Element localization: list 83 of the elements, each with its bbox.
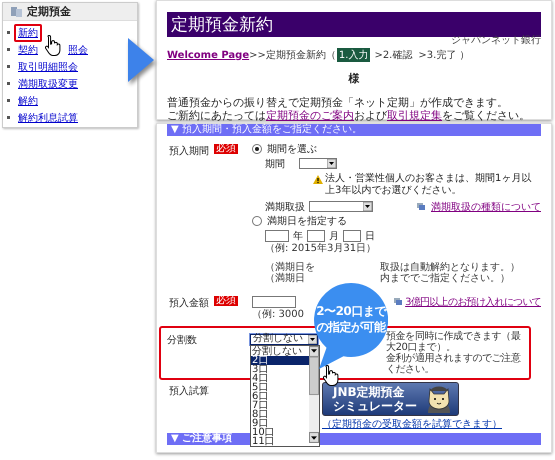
- year-field[interactable]: [265, 230, 289, 242]
- window-icon: [394, 298, 402, 305]
- note-text: 取扱は自動解約となります。）: [380, 262, 521, 273]
- note-text: 内まででご指定ください。）: [380, 273, 511, 284]
- bullet-icon: [7, 48, 10, 51]
- sidebar-link[interactable]: 取引明細照会: [14, 58, 82, 76]
- field-label: 期間: [265, 158, 286, 170]
- breadcrumb-text: ）: [459, 49, 470, 62]
- dropdown-option[interactable]: 8口: [251, 410, 309, 419]
- info-link[interactable]: 取引規定集: [387, 109, 442, 122]
- hand-cursor-icon: [322, 364, 340, 386]
- dropdown-option[interactable]: 3口: [251, 365, 309, 374]
- sidebar-link[interactable]: 解約: [14, 92, 42, 110]
- info-link[interactable]: 定期預金のご案内: [266, 109, 354, 122]
- sidebar-link[interactable]: 新約: [14, 24, 42, 42]
- sidebar-link[interactable]: 契約: [14, 40, 42, 58]
- bank-name: ジャパンネット銀行: [450, 35, 541, 47]
- info-link[interactable]: 満期取扱の種類について: [431, 200, 541, 214]
- dropdown-option[interactable]: 4口: [251, 374, 309, 383]
- field-label: 満期取扱: [265, 200, 305, 214]
- period-select[interactable]: [299, 158, 337, 169]
- folder-icon: [11, 6, 23, 17]
- field-label: 分割数: [167, 334, 198, 348]
- field-label: 預入金額: [169, 296, 209, 310]
- sidebar-link[interactable]: 満期取扱変更: [14, 74, 82, 92]
- step-label: >3.完了: [417, 48, 458, 62]
- arrow-icon: [128, 38, 154, 82]
- warning-icon: [313, 175, 323, 184]
- sidebar-title: 定期預金: [27, 4, 71, 19]
- intro-text: 普通預金からの振り替えで定期預金「ネット定期」が作成できます。: [167, 96, 509, 109]
- dropdown-arrow-icon: [308, 334, 317, 344]
- sidebar-link[interactable]: 解約利息試算: [14, 108, 82, 126]
- select-value: 分割しない: [253, 334, 303, 344]
- page-title: 定期預金新約: [171, 14, 273, 36]
- simulation-link[interactable]: （定期預金の受取金額を試算できます）: [322, 417, 502, 431]
- note-text: 金利が適用されますのでご注意ください。: [386, 353, 522, 375]
- bullet-icon: [7, 65, 10, 68]
- dropdown-option[interactable]: 9口: [251, 419, 309, 428]
- warning-text: 法人・営業性個人のお客さまは、期間1ヶ月以上3年以内でお選びください。: [325, 173, 532, 197]
- dropdown-arrow-icon: [363, 202, 372, 211]
- step-label: 1.入力: [336, 48, 370, 62]
- dropdown-option[interactable]: 分割しない: [251, 347, 309, 356]
- callout-text: の指定が可能: [316, 320, 386, 334]
- bullet-icon: [7, 99, 10, 102]
- bullet-icon: [7, 82, 10, 85]
- dropdown-arrow-icon: [327, 159, 336, 168]
- note-text: （満期日: [265, 273, 306, 284]
- field-label: 預入期間: [169, 144, 209, 158]
- field-label: 年: [293, 230, 303, 242]
- field-label: 預入試算: [169, 384, 210, 399]
- radio-button[interactable]: [252, 144, 262, 154]
- info-link[interactable]: 3億円以上のお預け入れについて: [405, 294, 541, 308]
- breadcrumb-link[interactable]: Welcome Page: [167, 50, 250, 60]
- month-field[interactable]: [307, 230, 325, 242]
- field-label: 日: [365, 230, 375, 242]
- note-text: 預金を同時に作成できます（最大20口まで）。: [386, 331, 520, 353]
- customer-name: 様: [347, 71, 360, 86]
- example-text: （例: 2015年3月31日）: [265, 243, 376, 254]
- dropdown-option[interactable]: 5口: [251, 383, 309, 392]
- window-icon: [417, 203, 425, 210]
- callout-text: 2〜20口まで: [316, 304, 386, 319]
- radio-label: 満期日を指定する: [267, 214, 347, 228]
- field-label: 月: [329, 230, 339, 242]
- bullet-icon: [7, 31, 10, 34]
- maturity-select[interactable]: [309, 201, 373, 212]
- amount-field[interactable]: [252, 296, 296, 308]
- radio-button[interactable]: [252, 216, 262, 226]
- radio-label: 期間を選ぶ: [267, 142, 317, 156]
- hand-cursor-icon: [44, 34, 62, 56]
- dropdown-option[interactable]: 6口: [251, 392, 309, 401]
- dropdown-option[interactable]: 7口: [251, 401, 309, 410]
- dropdown-option[interactable]: 11口: [251, 437, 309, 446]
- intro-text: ご新約にあたっては定期預金のご案内および取引規定集をご覧ください。: [167, 109, 531, 122]
- example-text: （例: 3000: [252, 309, 304, 320]
- section-header: ▼ 預入期間・預入金額をご指定ください。: [167, 124, 541, 136]
- step-label: >2.確認: [373, 48, 414, 62]
- breadcrumb-text: >>定期預金新約（: [249, 48, 336, 62]
- sidebar-link-text: 照会: [68, 44, 88, 56]
- day-field[interactable]: [343, 230, 361, 242]
- bullet-icon: [7, 116, 10, 119]
- simulator-button[interactable]: JNB定期預金 シミュレーター: [322, 382, 459, 416]
- note-text: （満期日を: [265, 262, 316, 273]
- split-select[interactable]: 分割しない: [250, 334, 318, 344]
